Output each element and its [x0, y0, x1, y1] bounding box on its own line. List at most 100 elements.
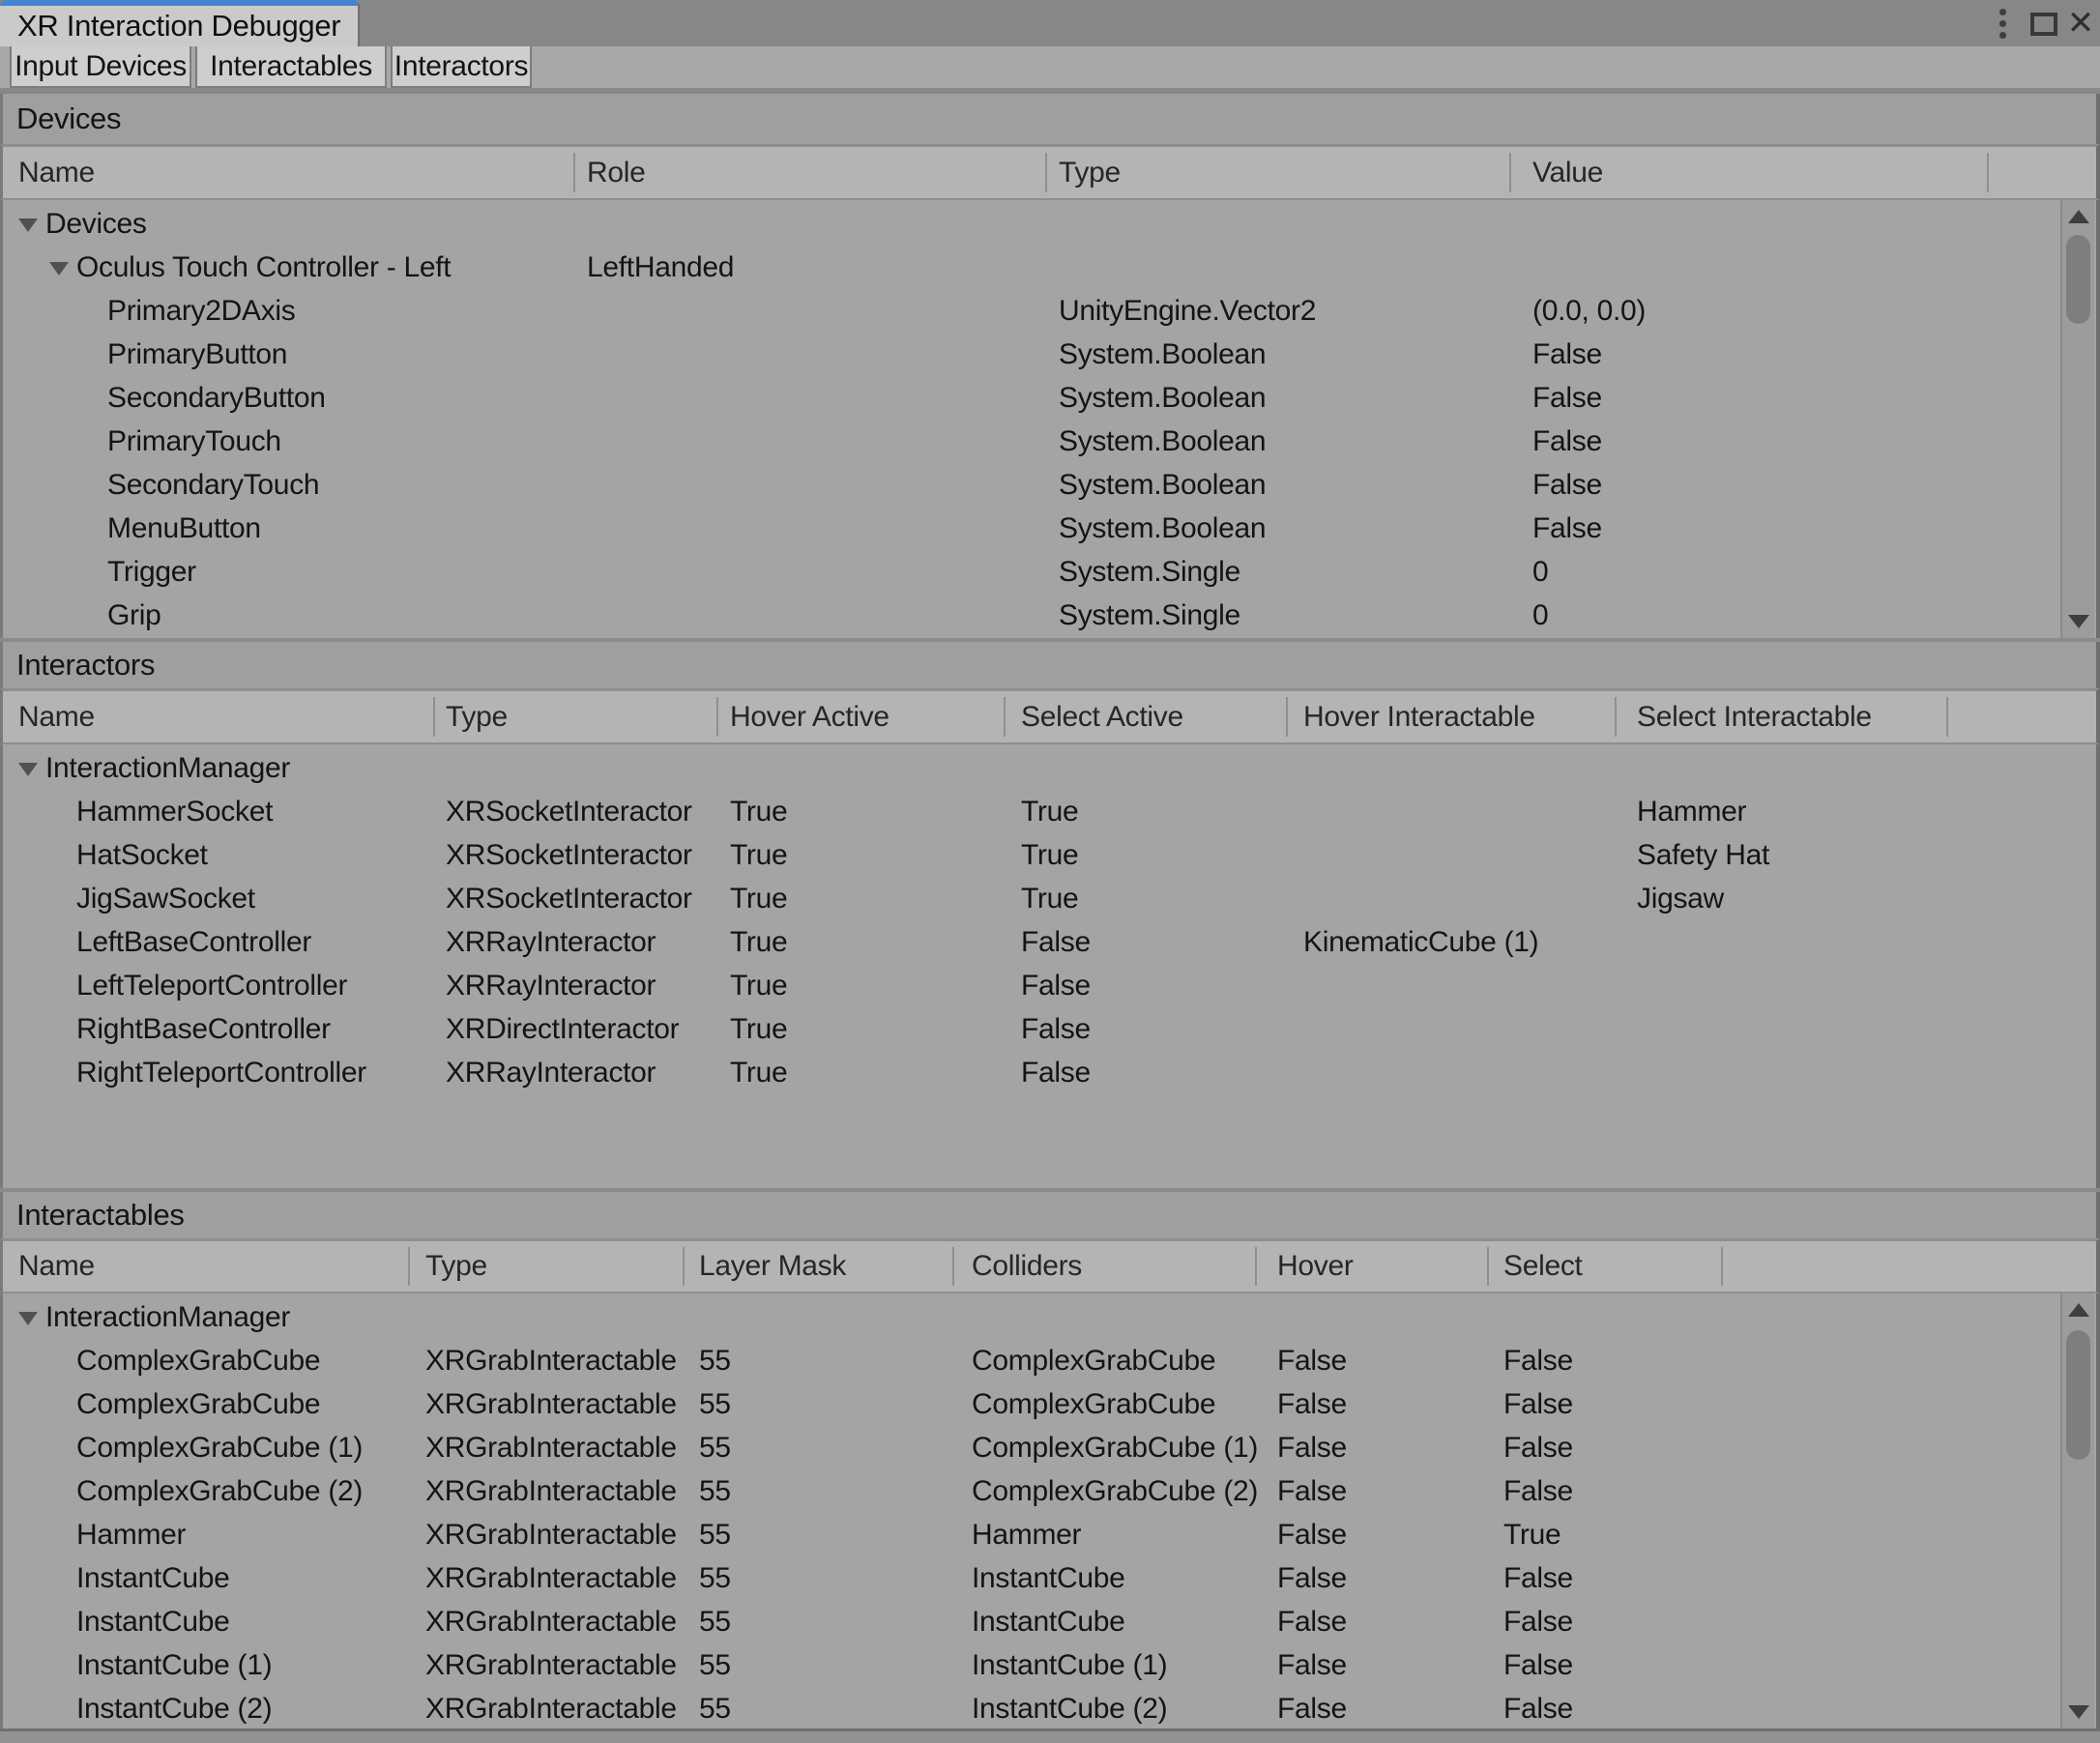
scroll-down-icon[interactable] [2068, 1705, 2089, 1719]
table-row[interactable]: JigSawSocketXRSocketInteractorTrueTrueJi… [3, 877, 2096, 920]
column-header-name[interactable]: Name [18, 1250, 95, 1283]
column-header-select-interactable[interactable]: Select Interactable [1637, 701, 1872, 734]
foldout-triangle-icon[interactable] [18, 218, 38, 232]
interactors-section-title: Interactors [16, 648, 155, 683]
column-header-colliders[interactable]: Colliders [972, 1250, 1082, 1283]
tab-interactables[interactable]: Interactables [195, 46, 387, 88]
table-row[interactable]: GripSystem.Single0 [3, 594, 2096, 637]
column-header-layer-mask[interactable]: Layer Mask [699, 1250, 846, 1283]
cell-hover-active: True [730, 839, 787, 872]
cell-type: XRGrabInteractable [425, 1432, 677, 1465]
table-row[interactable]: LeftBaseControllerXRRayInteractorTrueFal… [3, 920, 2096, 964]
scroll-up-icon[interactable] [2068, 210, 2089, 223]
column-header-name[interactable]: Name [18, 701, 95, 734]
column-separator[interactable] [433, 697, 435, 736]
window-tab[interactable]: XR Interaction Debugger [0, 0, 360, 46]
column-separator[interactable] [1286, 697, 1288, 736]
column-header-hover-active[interactable]: Hover Active [730, 701, 890, 734]
table-row[interactable]: Oculus Touch Controller - LeftLeftHanded [3, 246, 2096, 289]
scroll-up-icon[interactable] [2068, 1303, 2089, 1317]
cell-value: 0 [1532, 556, 1548, 589]
table-row[interactable]: InstantCubeXRGrabInteractable55InstantCu… [3, 1556, 2096, 1600]
cell-layer-mask: 55 [699, 1519, 731, 1552]
titlebar: XR Interaction Debugger ✕ [0, 0, 2100, 46]
cell-select: False [1503, 1432, 1573, 1465]
table-row[interactable]: LeftTeleportControllerXRRayInteractorTru… [3, 964, 2096, 1007]
column-separator[interactable] [1721, 1247, 1723, 1286]
column-separator[interactable] [1946, 697, 1948, 736]
cell-type: System.Boolean [1059, 469, 1266, 502]
table-row[interactable]: RightTeleportControllerXRRayInteractorTr… [3, 1051, 2096, 1094]
close-icon[interactable]: ✕ [2067, 4, 2094, 43]
cell-colliders: ComplexGrabCube (1) [972, 1432, 1258, 1465]
column-separator[interactable] [1487, 1247, 1489, 1286]
cell-hover: False [1277, 1432, 1347, 1465]
xr-interaction-debugger-window: XR Interaction Debugger ✕ Input Devices … [0, 0, 2100, 1743]
column-separator[interactable] [952, 1247, 954, 1286]
table-row[interactable]: Devices [3, 202, 2096, 246]
cell-name: Oculus Touch Controller - Left [76, 251, 451, 284]
cell-layer-mask: 55 [699, 1388, 731, 1421]
interactables-scrollbar[interactable] [2060, 1293, 2094, 1728]
foldout-triangle-icon[interactable] [49, 262, 69, 276]
column-separator[interactable] [683, 1247, 685, 1286]
column-header-type[interactable]: Type [425, 1250, 487, 1283]
column-header-type[interactable]: Type [1059, 157, 1121, 189]
table-row[interactable]: SecondaryButtonSystem.BooleanFalse [3, 376, 2096, 420]
column-header-type[interactable]: Type [446, 701, 508, 734]
table-row[interactable]: ComplexGrabCubeXRGrabInteractable55Compl… [3, 1382, 2096, 1426]
table-row[interactable]: SecondaryTouchSystem.BooleanFalse [3, 463, 2096, 507]
scroll-down-icon[interactable] [2068, 615, 2089, 628]
table-row[interactable]: Primary2DAxisUnityEngine.Vector2(0.0, 0.… [3, 289, 2096, 333]
maximize-icon[interactable] [2030, 13, 2057, 36]
column-separator[interactable] [1004, 697, 1006, 736]
table-row[interactable]: InteractionManager [3, 1295, 2096, 1339]
cell-type: UnityEngine.Vector2 [1059, 295, 1316, 328]
table-row[interactable]: PrimaryTouchSystem.BooleanFalse [3, 420, 2096, 463]
table-row[interactable]: ComplexGrabCube (1)XRGrabInteractable55C… [3, 1426, 2096, 1469]
column-header-name[interactable]: Name [18, 157, 95, 189]
column-separator[interactable] [716, 697, 718, 736]
devices-scrollbar[interactable] [2060, 200, 2094, 638]
cell-name: HatSocket [76, 839, 208, 872]
table-row[interactable]: InstantCube (2)XRGrabInteractable55Insta… [3, 1687, 2096, 1728]
table-row[interactable]: HammerXRGrabInteractable55HammerFalseTru… [3, 1513, 2096, 1556]
table-row[interactable]: HammerSocketXRSocketInteractorTrueTrueHa… [3, 790, 2096, 833]
interactables-section-title: Interactables [16, 1198, 185, 1233]
table-row[interactable]: ComplexGrabCubeXRGrabInteractable55Compl… [3, 1339, 2096, 1382]
kebab-menu-icon[interactable] [1999, 9, 2007, 40]
foldout-triangle-icon[interactable] [18, 763, 38, 776]
column-separator[interactable] [1615, 697, 1617, 736]
scrollbar-thumb[interactable] [2066, 235, 2090, 324]
table-row[interactable]: InstantCube (1)XRGrabInteractable55Insta… [3, 1643, 2096, 1687]
column-header-hover-interactable[interactable]: Hover Interactable [1303, 701, 1535, 734]
table-row[interactable]: ComplexGrabCube (2)XRGrabInteractable55C… [3, 1469, 2096, 1513]
tab-interactors[interactable]: Interactors [391, 46, 532, 88]
cell-hover: False [1277, 1562, 1347, 1595]
table-row[interactable]: MenuButtonSystem.BooleanFalse [3, 507, 2096, 550]
column-separator[interactable] [573, 153, 575, 191]
column-header-select-active[interactable]: Select Active [1021, 701, 1183, 734]
cell-layer-mask: 55 [699, 1562, 731, 1595]
column-header-hover[interactable]: Hover [1277, 1250, 1354, 1283]
column-header-value[interactable]: Value [1532, 157, 1603, 189]
tab-input-devices[interactable]: Input Devices [10, 46, 191, 88]
table-row[interactable]: InteractionManager [3, 746, 2096, 790]
cell-type: XRSocketInteractor [446, 883, 692, 915]
table-row[interactable]: TriggerSystem.Single0 [3, 550, 2096, 594]
column-separator[interactable] [1987, 153, 1989, 191]
column-header-role[interactable]: Role [587, 157, 646, 189]
table-row[interactable]: InstantCubeXRGrabInteractable55InstantCu… [3, 1600, 2096, 1643]
column-header-select[interactable]: Select [1503, 1250, 1583, 1283]
cell-type: XRGrabInteractable [425, 1649, 677, 1682]
table-row[interactable]: PrimaryButtonSystem.BooleanFalse [3, 333, 2096, 376]
foldout-triangle-icon[interactable] [18, 1312, 38, 1325]
table-row[interactable]: RightBaseControllerXRDirectInteractorTru… [3, 1007, 2096, 1051]
table-row[interactable]: HatSocketXRSocketInteractorTrueTrueSafet… [3, 833, 2096, 877]
column-separator[interactable] [1509, 153, 1511, 191]
column-separator[interactable] [408, 1247, 410, 1286]
column-separator[interactable] [1255, 1247, 1257, 1286]
scrollbar-thumb[interactable] [2066, 1330, 2090, 1460]
column-separator[interactable] [1045, 153, 1047, 191]
cell-name: ComplexGrabCube (1) [76, 1432, 363, 1465]
